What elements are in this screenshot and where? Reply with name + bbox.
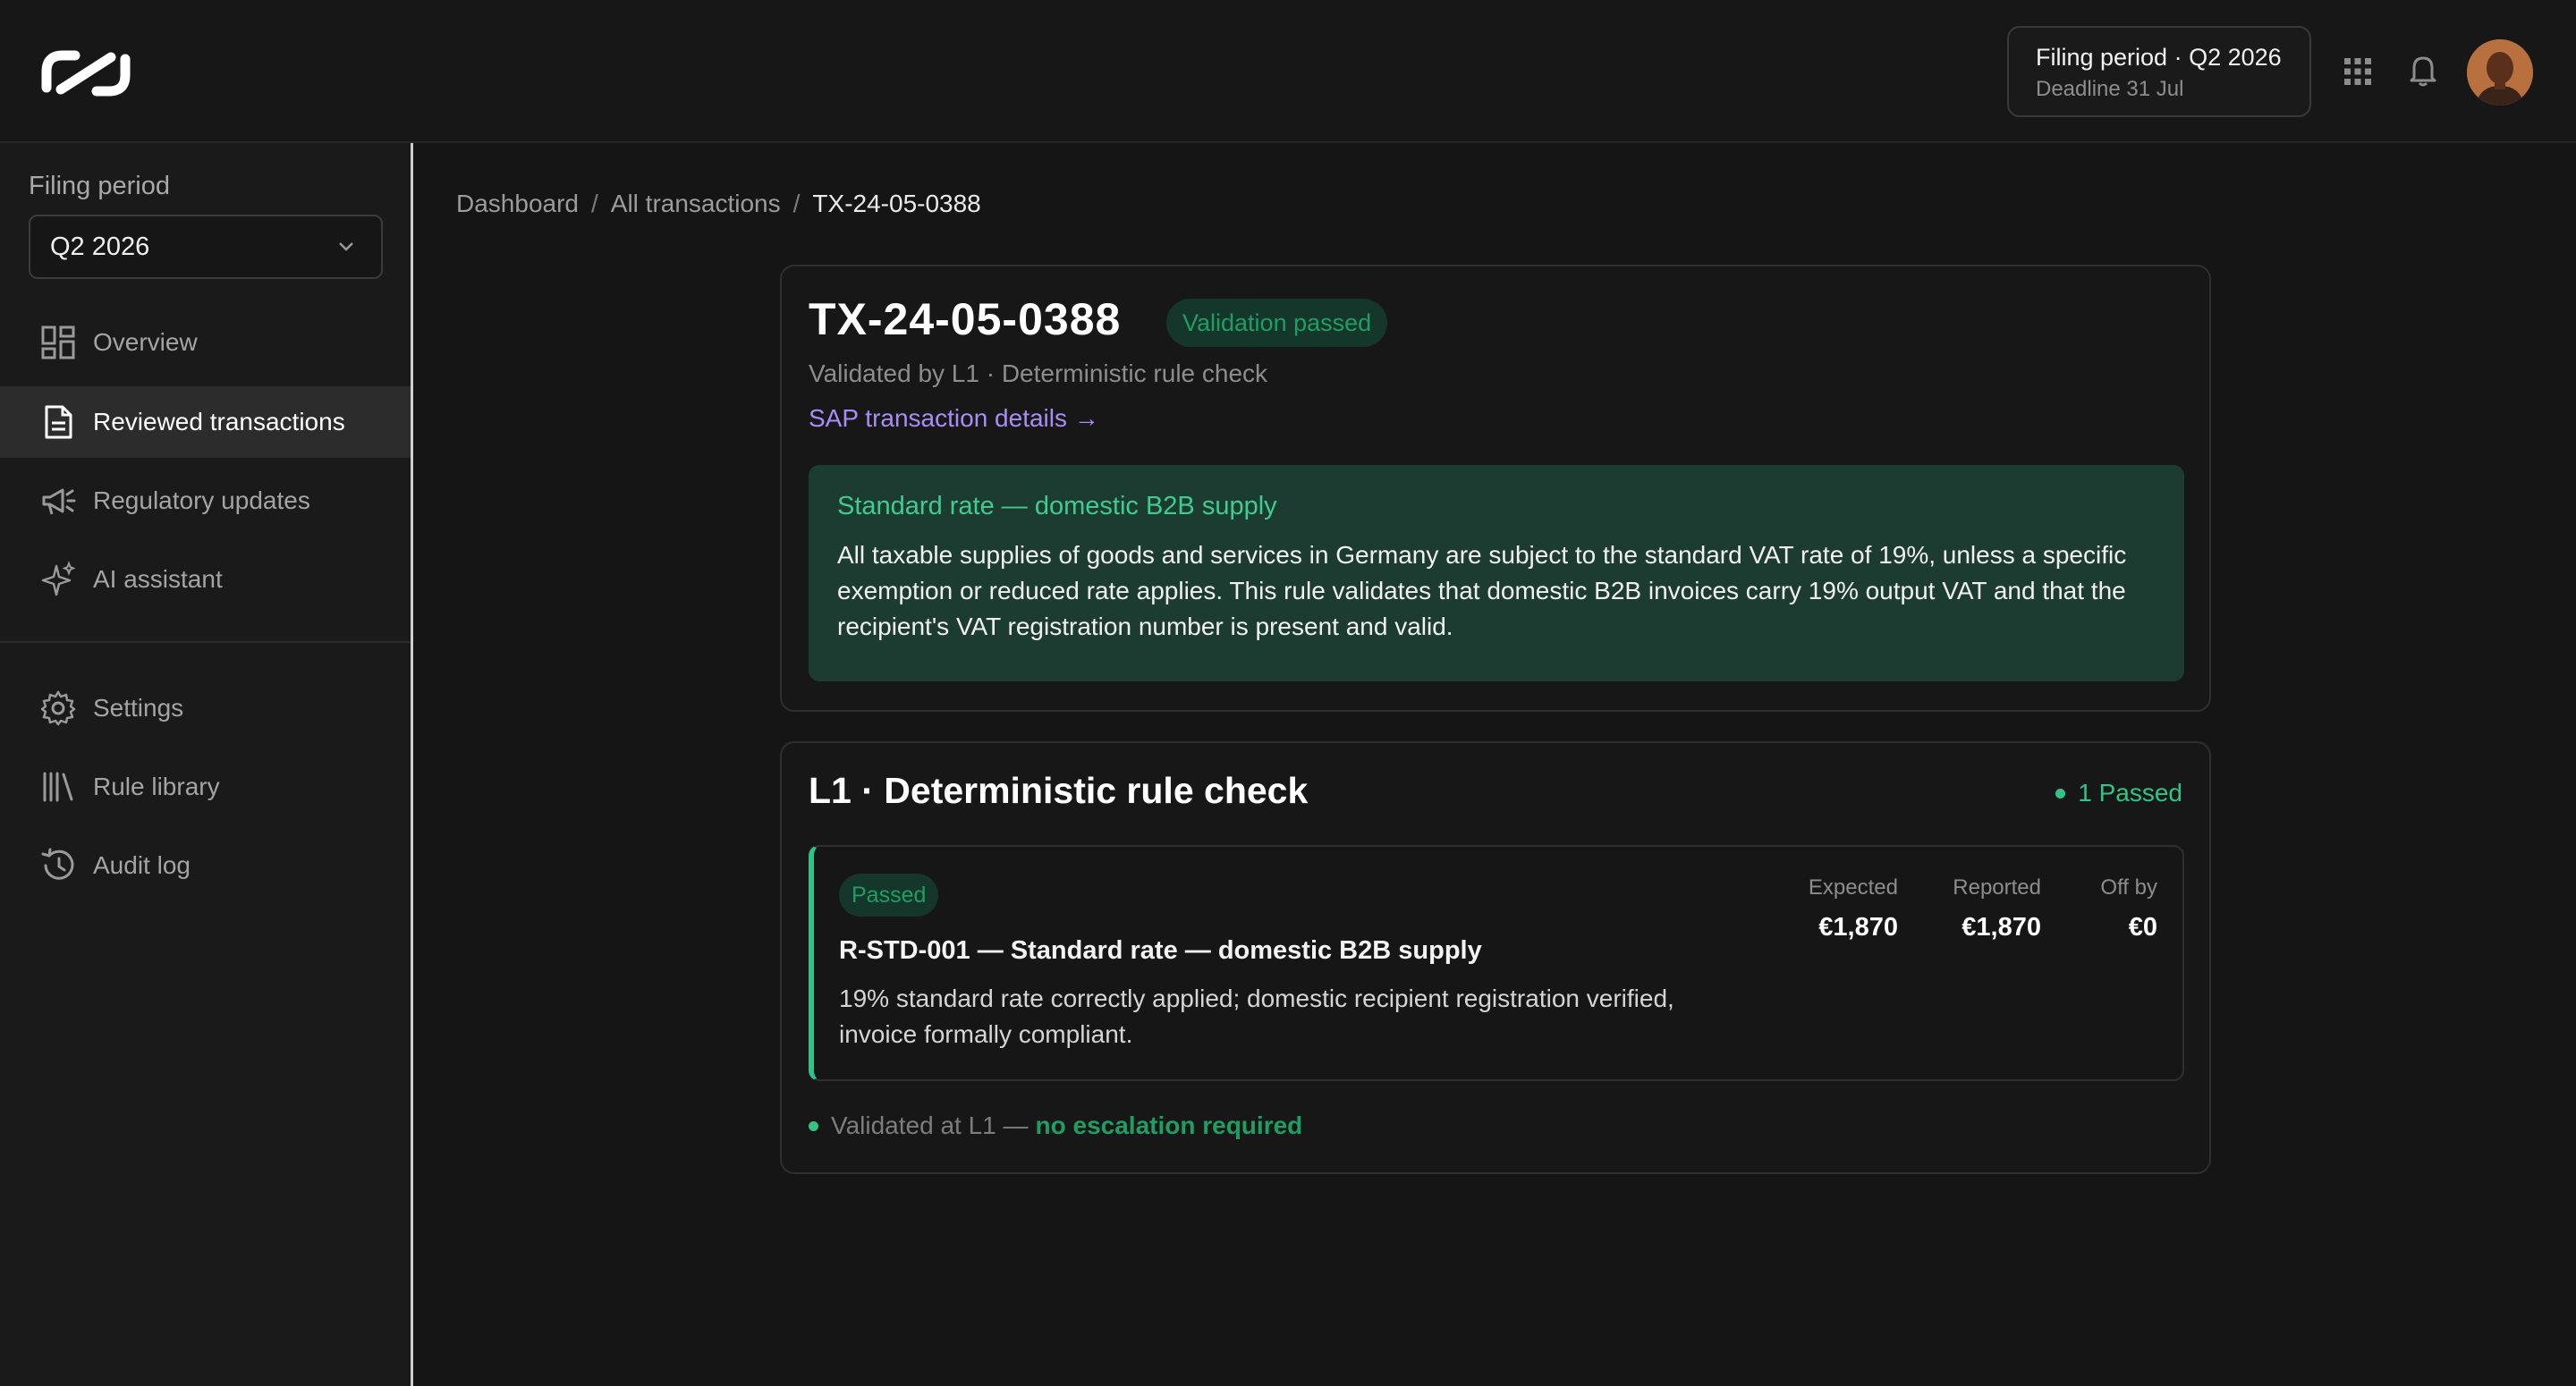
sidebar-item-label: Settings (93, 694, 184, 722)
top-bar: Filing period · Q2 2026 Deadline 31 Jul (0, 0, 2576, 143)
sidebar-item-reviewed-transactions[interactable]: Reviewed transactions (0, 386, 411, 458)
filing-period-title: Filing period · Q2 2026 (2036, 44, 2282, 71)
breadcrumb-separator: / (590, 190, 598, 217)
sparkle-icon (41, 561, 76, 596)
rule-summary-description: All taxable supplies of goods and servic… (837, 541, 2127, 640)
l1-title: L1 · Deterministic rule check (809, 770, 1309, 811)
metric-reported: Reported €1,870 (1953, 875, 2041, 942)
sidebar-item-audit-log[interactable]: Audit log (0, 830, 411, 901)
page-title: TX-24-05-0388 (809, 294, 1122, 344)
sidebar-item-ai-assistant[interactable]: AI assistant (0, 544, 411, 615)
breadcrumb-dashboard[interactable]: Dashboard (456, 190, 579, 218)
passed-badge: Passed (839, 874, 939, 917)
rule-name: R-STD-001 — Standard rate — domestic B2B… (839, 936, 1482, 965)
rule-result-card: Passed R-STD-001 — Standard rate — domes… (809, 845, 2184, 1081)
sidebar-item-label: AI assistant (93, 565, 223, 593)
breadcrumb-all-transactions[interactable]: All transactions (611, 190, 781, 218)
metric-label: Off by (2100, 875, 2157, 900)
footer-highlight: no escalation required (1035, 1111, 1303, 1139)
document-icon (45, 405, 72, 439)
metric-expected: Expected €1,870 (1809, 875, 1898, 942)
metric-value: €1,870 (1818, 913, 1898, 942)
megaphone-icon (42, 488, 76, 515)
apps-grid-icon[interactable] (2343, 57, 2372, 86)
history-icon (41, 848, 74, 880)
l1-status: 1 Passed (2055, 779, 2182, 807)
metric-label: Reported (1953, 875, 2041, 900)
sidebar-item-label: Overview (93, 328, 198, 356)
metric-value: €0 (2128, 913, 2157, 942)
sidebar-item-label: Audit log (93, 851, 191, 879)
logo-icon[interactable] (39, 46, 132, 100)
avatar[interactable] (2467, 39, 2533, 106)
rule-summary-title: Standard rate — domestic B2B supply (837, 492, 1277, 520)
sidebar-item-rule-library[interactable]: Rule library (0, 751, 411, 823)
library-icon (43, 772, 73, 802)
breadcrumb-current: TX-24-05-0388 (812, 190, 981, 217)
sidebar-item-settings[interactable]: Settings (0, 672, 411, 744)
transaction-card: TX-24-05-0388 Validation passed Validate… (780, 265, 2211, 712)
deadline-text: Deadline 31 Jul (2036, 77, 2184, 102)
rule-result-description: 19% standard rate correctly applied; dom… (839, 985, 1674, 1048)
l1-status-text: 1 Passed (2078, 779, 2182, 807)
chevron-down-icon (339, 242, 353, 251)
filing-period-pill[interactable]: Filing period · Q2 2026 Deadline 31 Jul (2007, 26, 2311, 117)
gear-icon (40, 690, 76, 726)
footer-prefix: Validated at L1 — (831, 1111, 1029, 1139)
validation-footer: Validated at L1 — no escalation required (809, 1111, 1302, 1140)
sap-details-link[interactable]: SAP transaction details → (809, 404, 1099, 433)
validated-by-text: Validated by L1 · Deterministic rule che… (809, 359, 1268, 387)
sidebar-item-label: Rule library (93, 773, 220, 800)
sidebar-divider (0, 641, 411, 643)
sidebar-item-label: Regulatory updates (93, 486, 310, 514)
filing-period-value: Q2 2026 (50, 232, 150, 261)
rule-summary-box: Standard rate — domestic B2B supply All … (809, 465, 2184, 681)
filing-period-select[interactable]: Q2 2026 (29, 215, 383, 279)
filing-period-label: Filing period (29, 172, 170, 200)
sidebar-item-overview[interactable]: Overview (0, 307, 411, 378)
breadcrumb: Dashboard / All transactions / TX-24-05-… (456, 190, 981, 218)
metric-off-by: Off by €0 (2100, 875, 2157, 942)
status-dot-icon (2055, 788, 2066, 799)
metric-label: Expected (1808, 875, 1898, 900)
status-dot-icon (809, 1120, 818, 1131)
breadcrumb-separator: / (792, 190, 801, 217)
sidebar-item-regulatory-updates[interactable]: Regulatory updates (0, 465, 411, 537)
metric-value: €1,870 (1962, 913, 2041, 942)
l1-check-card: L1 · Deterministic rule check 1 Passed P… (780, 741, 2211, 1174)
bell-icon[interactable] (2408, 54, 2438, 88)
sidebar-item-label: Reviewed transactions (93, 408, 345, 435)
grid-icon (41, 325, 75, 359)
sidebar: Filing period Q2 2026 Overview Reviewed … (0, 143, 413, 1386)
status-badge: Validation passed (1166, 299, 1388, 347)
